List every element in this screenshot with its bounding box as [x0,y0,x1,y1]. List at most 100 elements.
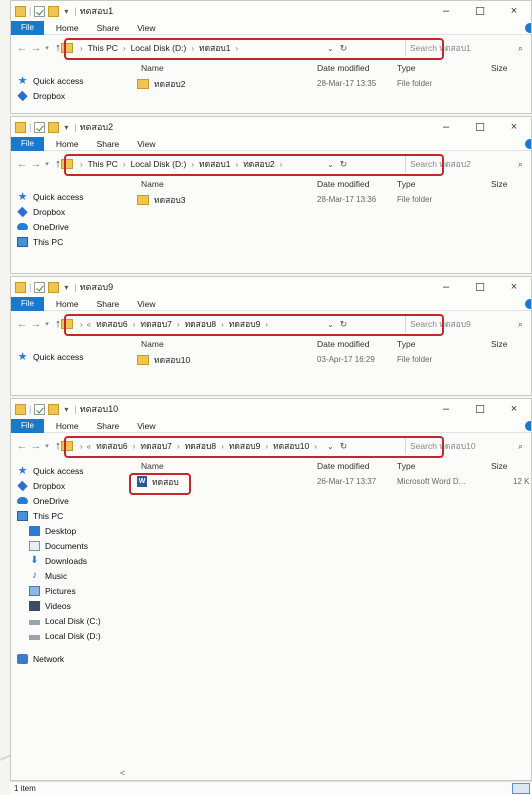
column-header-date[interactable]: Date modified [317,63,369,73]
breadcrumb-item[interactable]: ทดสอบ1 [199,157,231,171]
minimize-button[interactable]: – [429,121,463,134]
search-input[interactable]: Search ทดสอบ9 ⌕ [405,316,529,332]
column-header-date[interactable]: Date modified [317,339,369,349]
breadcrumb-item[interactable]: ทดสอบ7 [140,439,172,453]
help-icon[interactable] [525,420,531,431]
chevron-right-icon[interactable]: › [191,160,194,169]
breadcrumb-item[interactable]: ทดสอบ1 [199,41,231,55]
close-button[interactable]: × [497,121,531,134]
address-bar[interactable]: › « ทดสอบ6 › ทดสอบ7 › ทดสอบ8 › ทดสอบ9 › ⌄ ↻ [59,315,355,333]
forward-arrow-icon[interactable]: → [29,318,43,330]
help-icon[interactable] [525,22,531,33]
nav-item[interactable]: ♪ Music [11,568,129,583]
details-view-icon[interactable] [512,783,530,794]
column-header-name[interactable]: Name [141,63,164,73]
breadcrumb-item[interactable]: ทดสอบ9 [229,317,261,331]
chevron-right-icon[interactable]: › [177,320,180,329]
address-overflow[interactable]: « [87,320,91,329]
back-arrow-icon[interactable]: ← [15,42,29,54]
address-bar[interactable]: › «ทดสอบ6 › ทดสอบ7 › ทดสอบ8 › ทดสอบ9 › ทดสอบ10 › … [59,437,355,455]
nav-item[interactable]: This PC [11,508,129,523]
nav-item[interactable]: Network [11,651,129,666]
chevron-right-icon[interactable]: › [221,442,224,451]
nav-item[interactable]: Local Disk (D:) [11,628,129,643]
breadcrumb-item[interactable]: ทดสอบ10 [273,439,309,453]
column-header-size[interactable]: Size [491,461,508,471]
breadcrumb-item[interactable]: ทดสอบ6 [96,439,128,453]
address-bar[interactable]: › This PC › Local Disk (D:) › ทดสอบ1 › ⌄ ↻ [59,39,355,57]
address-bar[interactable]: › This PC › Local Disk (D:) › ทดสอบ1 › ทดสอบ2 ›… [59,155,355,173]
close-button[interactable]: × [497,5,531,18]
properties-icon[interactable] [34,281,46,293]
breadcrumb-item[interactable]: This PC [88,43,118,53]
breadcrumb-item[interactable]: ทดสอบ6 [96,317,128,331]
back-arrow-icon[interactable]: ← [15,440,29,452]
breadcrumb-item[interactable]: This PC [88,159,118,169]
column-header-type[interactable]: Type [397,461,415,471]
tab-home[interactable]: Home [56,139,79,149]
nav-item[interactable]: Videos [11,598,129,613]
chevron-right-icon[interactable]: › [123,160,126,169]
close-button[interactable]: × [497,403,531,416]
tab-share[interactable]: Share [97,139,120,149]
properties-icon[interactable] [34,403,46,415]
tab-view[interactable]: View [137,23,155,33]
minimize-button[interactable]: – [429,403,463,416]
breadcrumb-item[interactable]: ทดสอบ8 [185,439,217,453]
file-row[interactable]: ทดสอบ2 [137,77,186,90]
dropdown-icon[interactable]: ▾ [62,283,70,292]
dropdown-icon[interactable]: ▾ [62,123,70,132]
help-icon[interactable] [525,298,531,309]
nav-item[interactable]: ★ Quick access [11,189,129,204]
breadcrumb-item[interactable]: ทดสอบ7 [140,317,172,331]
new-folder-icon[interactable] [48,403,60,415]
forward-arrow-icon[interactable]: → [29,440,43,452]
address-dropdown-icon[interactable]: ⌄ [327,160,334,169]
search-icon[interactable]: ⌕ [518,159,523,170]
minimize-button[interactable]: – [429,281,463,294]
breadcrumb-item[interactable]: ทดสอบ8 [185,317,217,331]
chevron-right-icon[interactable]: › [191,44,194,53]
forward-arrow-icon[interactable]: → [29,158,43,170]
chevron-right-icon[interactable]: › [133,442,136,451]
nav-item[interactable]: Desktop [11,523,129,538]
chevron-right-icon[interactable]: › [177,442,180,451]
tab-file[interactable]: File [11,296,44,311]
maximize-button[interactable]: ☐ [463,281,497,294]
column-header-size[interactable]: Size [491,339,508,349]
chevron-right-icon[interactable]: › [236,160,239,169]
column-header-type[interactable]: Type [397,179,415,189]
file-row[interactable]: ทดสอบ3 [137,193,186,206]
breadcrumb-item[interactable]: Local Disk (D:) [131,159,187,169]
maximize-button[interactable]: ☐ [463,121,497,134]
dropdown-icon[interactable]: ▾ [62,7,70,16]
address-dropdown-icon[interactable]: ⌄ [327,442,334,451]
search-input[interactable]: Search ทดสอบ1 ⌕ [405,40,529,56]
chevron-right-icon[interactable]: › [80,44,83,53]
refresh-icon[interactable]: ↻ [340,319,348,330]
nav-item[interactable]: ★ Quick access [11,349,129,364]
back-arrow-icon[interactable]: ← [15,318,29,330]
new-folder-icon[interactable] [48,281,60,293]
nav-item[interactable]: Documents [11,538,129,553]
tab-view[interactable]: View [137,299,155,309]
breadcrumb-item[interactable]: Local Disk (D:) [131,43,187,53]
tab-file[interactable]: File [11,20,44,35]
tab-share[interactable]: Share [97,421,120,431]
tab-view[interactable]: View [137,421,155,431]
minimize-button[interactable]: – [429,5,463,18]
nav-item[interactable]: Dropbox [11,204,129,219]
address-dropdown-icon[interactable]: ⌄ [327,320,334,329]
chevron-right-icon[interactable]: › [236,44,239,53]
nav-item[interactable]: Dropbox [11,88,129,103]
search-icon[interactable]: ⌕ [518,319,523,330]
search-input[interactable]: Search ทดสอบ10 ⌕ [405,438,529,454]
new-folder-icon[interactable] [48,121,60,133]
chevron-right-icon[interactable]: › [80,160,83,169]
nav-item[interactable]: OneDrive [11,219,129,234]
nav-item[interactable]: ★ Quick access [11,463,129,478]
chevron-right-icon[interactable]: › [314,442,317,451]
recent-dropdown-icon[interactable]: ▾ [43,320,51,328]
column-header-name[interactable]: Name [141,339,164,349]
back-arrow-icon[interactable]: ← [15,158,29,170]
